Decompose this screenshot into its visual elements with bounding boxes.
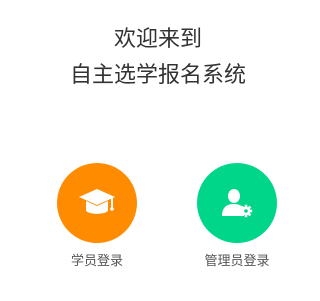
admin-user-gear-icon [219,186,255,220]
welcome-title: 欢迎来到 自主选学报名系统 [0,22,316,94]
admin-login-circle[interactable] [197,163,277,243]
student-login-label: 学员登录 [70,254,123,269]
welcome-line-1: 欢迎来到 [113,27,202,52]
admin-login-label: 管理员登录 [204,254,270,269]
admin-login-button[interactable]: 管理员登录 [177,163,297,271]
system-name: 自主选学报名系统 [69,63,246,88]
student-login-button[interactable]: 学员登录 [37,163,157,271]
student-login-circle[interactable] [57,163,137,243]
graduation-cap-icon [77,186,117,220]
